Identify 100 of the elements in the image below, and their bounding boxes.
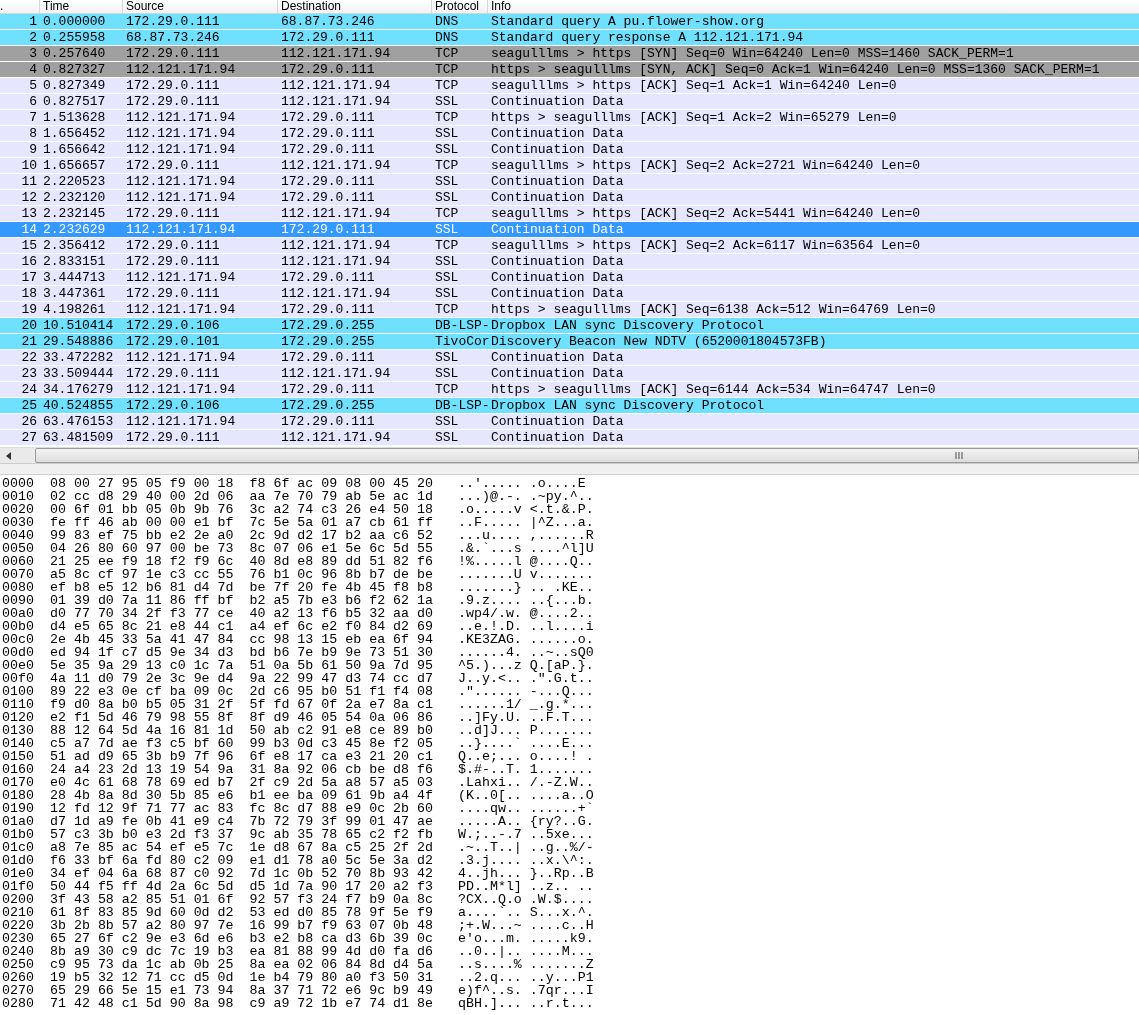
time-cell-text: 63.481509 xyxy=(42,430,115,445)
packet-row[interactable]: 25 40.524855 172.29.0.106 172.29.0.255 DB-LSP-Dropbox LAN sync Discovery Protocol xyxy=(0,398,1139,414)
destination-cell-text: 172.29.0.111 xyxy=(280,30,376,45)
column-header[interactable]: Info xyxy=(488,0,1139,13)
hex-bytes: 65 27 6f c2 9e e3 6d e6 b3 e2 b8 ca d3 6b 39 0c xyxy=(50,932,434,945)
packet-row[interactable]: 10 1.656657 172.29.0.111 112.121.171.94 TCP seagulllms > https [ACK] Seq=2 Ack=2721 Win=64240 Len=0 xyxy=(0,158,1139,174)
ascii-text: Q..e;... o....! . xyxy=(458,750,594,763)
ascii-text: ..0..|.. ....M... xyxy=(458,945,594,958)
packet-row[interactable]: 12 2.232120 112.121.171.94 172.29.0.111 SSL Continuation Data xyxy=(0,190,1139,206)
packet-row[interactable]: 1 0.000000 172.29.0.111 68.87.73.246 DNS Standard query A pu.flower-show.org xyxy=(0,14,1139,30)
info-cell-text: seagulllms > https [ACK] Seq=2 Ack=2721 Win=64240 Len=0 xyxy=(490,158,922,173)
packet-number: 10 xyxy=(20,158,38,173)
destination-cell-text: 172.29.0.111 xyxy=(280,382,376,397)
ascii-text: .o.....v <.t.&.P. xyxy=(458,503,594,516)
hex-bytes: d0 77 70 34 2f f3 77 ce 40 a2 13 f6 b5 32 aa d0 xyxy=(50,607,434,620)
byte-offset: 0120 xyxy=(1,711,35,724)
destination-cell-text: 112.121.171.94 xyxy=(280,286,392,301)
packet-row[interactable]: 24 34.176279 112.121.171.94 172.29.0.111 TCP https > seagulllms [ACK] Seq=6144 Ack=534 Win=64747 Len=0 xyxy=(0,382,1139,398)
byte-offset: 0000 xyxy=(1,477,35,490)
packet-number: 26 xyxy=(20,414,38,429)
source-cell-text: 112.121.171.94 xyxy=(125,302,237,317)
packet-row[interactable]: 6 0.827517 172.29.0.111 112.121.171.94 SSL Continuation Data xyxy=(0,94,1139,110)
info-cell-text: Standard query A pu.flower-show.org xyxy=(490,14,766,29)
packet-row[interactable]: 21 29.548886 172.29.0.101 172.29.0.255 TivoCor Discovery Beacon New NDTV (6520001804573FB) xyxy=(0,334,1139,350)
packet-row[interactable]: 9 1.656642 112.121.171.94 172.29.0.111 SSL Continuation Data xyxy=(0,142,1139,158)
ascii-text: ..F..... |^Z...a. xyxy=(458,516,594,529)
info-cell-text: https > seagulllms [SYN, ACK] Seq=0 Ack=1 Win=64240 Len=0 MSS=1360 SACK_PERM=1 xyxy=(490,62,1101,77)
packet-row[interactable]: 20 10.510414 172.29.0.106 172.29.0.255 DB-LSP-Dropbox LAN sync Discovery Protocol xyxy=(0,318,1139,334)
destination-cell-text: 112.121.171.94 xyxy=(280,238,392,253)
protocol-cell-text: TCP xyxy=(434,238,460,253)
hex-bytes: e0 4c 61 68 78 69 ed b7 2f c9 2d 5a a8 57 a5 03 xyxy=(50,776,434,789)
packet-number: 18 xyxy=(20,286,38,301)
info-cell-text: Continuation Data xyxy=(490,350,625,365)
packet-row[interactable]: 19 4.198261 112.121.171.94 172.29.0.111 TCP https > seagulllms [ACK] Seq=6138 Ack=512 Win=64769 Len=0 xyxy=(0,302,1139,318)
packet-number: 24 xyxy=(20,382,38,397)
column-header[interactable]: Protocol xyxy=(432,0,488,13)
protocol-cell-text: DB-LSP- xyxy=(434,398,488,413)
packet-number: 22 xyxy=(20,350,38,365)
column-header[interactable]: Source xyxy=(123,0,278,13)
packet-row[interactable]: 8 1.656452 112.121.171.94 172.29.0.111 SSL Continuation Data xyxy=(0,126,1139,142)
packet-row[interactable]: 22 33.472282 112.121.171.94 172.29.0.111 SSL Continuation Data xyxy=(0,350,1139,366)
hex-bytes: a8 7e 85 ac 54 ef e5 7c 1e d8 67 8a c5 25 2f 2d xyxy=(50,841,434,854)
ascii-text: .wp4/.w. @....2.. xyxy=(458,607,594,620)
protocol-cell-text: SSL xyxy=(434,254,460,269)
time-cell-text: 10.510414 xyxy=(42,318,115,333)
packet-row[interactable]: 3 0.257640 172.29.0.111 112.121.171.94 TCP seagulllms > https [SYN] Seq=0 Win=64240 Len=0 MSS=1460 SACK_PERM=1 xyxy=(0,46,1139,62)
packet-row[interactable]: 18 3.447361 172.29.0.111 112.121.171.94 SSL Continuation Data xyxy=(0,286,1139,302)
packet-row[interactable]: 11 2.220523 112.121.171.94 172.29.0.111 SSL Continuation Data xyxy=(0,174,1139,190)
destination-cell-text: 172.29.0.111 xyxy=(280,222,376,237)
byte-offset: 0180 xyxy=(1,789,35,802)
protocol-cell-text: SSL xyxy=(434,142,460,157)
protocol-cell-text: SSL xyxy=(434,190,460,205)
time-cell-text: 1.656642 xyxy=(42,142,107,157)
hex-bytes: f6 33 bf 6a fd 80 c2 09 e1 d1 78 a0 5c 5e 3a d2 xyxy=(50,854,434,867)
packet-number: 3 xyxy=(28,46,38,61)
hex-bytes: 01 39 d0 7a 11 86 ff bf b2 a5 7b e3 b6 f2 62 1a xyxy=(50,594,434,607)
hex-bytes: 99 83 ef 75 bb e2 2e a0 2c 9d d2 17 b2 aa c6 52 xyxy=(50,529,434,542)
ascii-text: ......4. ..~..sQ0 xyxy=(458,646,594,659)
hex-bytes: 57 c3 3b b0 e3 2d f3 37 9c ab 35 78 65 c2 f2 fb xyxy=(50,828,434,841)
protocol-cell-text: TCP xyxy=(434,62,460,77)
ascii-text: ..]Fy.U. ..F.T... xyxy=(458,711,594,724)
info-cell-text: seagulllms > https [ACK] Seq=2 Ack=6117 Win=63564 Len=0 xyxy=(490,238,922,253)
packet-row[interactable]: 2 0.255958 68.87.73.246 172.29.0.111 DNS Standard query response A 112.121.171.94 xyxy=(0,30,1139,46)
hex-bytes: 8b a9 30 c9 dc 7c 19 b3 ea 81 88 99 4d d0 fa d6 xyxy=(50,945,434,958)
ascii-text: ..2.q... ..y...P1 xyxy=(458,971,594,984)
source-cell-text: 112.121.171.94 xyxy=(125,126,237,141)
ascii-text: .3.j.... ..x.\^:. xyxy=(458,854,594,867)
ascii-text: .9.z.... ..{...b. xyxy=(458,594,594,607)
byte-offset: 0070 xyxy=(1,568,35,581)
protocol-cell-text: SSL xyxy=(434,174,460,189)
hex-bytes: 89 22 e3 0e cf ba 09 0c 2d c6 95 b0 51 f1 f4 08 xyxy=(50,685,434,698)
hex-bytes: ed 94 1f c7 d5 9e 34 d3 bd b6 7e b9 9e 73 51 30 xyxy=(50,646,434,659)
packet-row[interactable]: 13 2.232145 172.29.0.111 112.121.171.94 TCP seagulllms > https [ACK] Seq=2 Ack=5441 Win=64240 Len=0 xyxy=(0,206,1139,222)
left-arrow-icon[interactable] xyxy=(5,451,12,460)
hex-bytes: f9 d0 8a b0 b5 05 31 2f 5f fd 67 0f 2a e7 8a c1 xyxy=(50,698,434,711)
destination-cell-text: 172.29.0.111 xyxy=(280,270,376,285)
packet-row[interactable]: 5 0.827349 172.29.0.111 112.121.171.94 TCP seagulllms > https [ACK] Seq=1 Ack=1 Win=64240 Len=0 xyxy=(0,78,1139,94)
column-header[interactable]: Time xyxy=(40,0,123,13)
packet-row[interactable]: 26 63.476153 112.121.171.94 172.29.0.111 SSL Continuation Data xyxy=(0,414,1139,430)
byte-offset: 0050 xyxy=(1,542,35,555)
packet-row[interactable]: 15 2.356412 172.29.0.111 112.121.171.94 TCP seagulllms > https [ACK] Seq=2 Ack=6117 Win=63564 Len=0 xyxy=(0,238,1139,254)
column-header[interactable]: Destination xyxy=(278,0,432,13)
byte-offset: 0210 xyxy=(1,906,35,919)
packet-row[interactable]: 27 63.481509 172.29.0.111 112.121.171.94 SSL Continuation Data xyxy=(0,430,1139,446)
ascii-text: (K..0[.. ....a..O xyxy=(458,789,594,802)
packet-row[interactable]: 7 1.513628 112.121.171.94 172.29.0.111 TCP https > seagulllms [ACK] Seq=1 Ack=2 Win=65279 Len=0 xyxy=(0,110,1139,126)
byte-offset: 0040 xyxy=(1,529,35,542)
packet-row[interactable]: 4 0.827327 112.121.171.94 172.29.0.111 TCP https > seagulllms [SYN, ACK] Seq=0 Ack=1 Win=64240 Len=0 MSS=1360 SACK_PERM=1 xyxy=(0,62,1139,78)
byte-offset: 0100 xyxy=(1,685,35,698)
hex-bytes: 50 44 f5 ff 4d 2a 6c 5d d5 1d 7a 90 17 20 a2 f3 xyxy=(50,880,434,893)
column-header[interactable]: . xyxy=(0,0,40,13)
packet-row[interactable]: 17 3.444713 112.121.171.94 172.29.0.111 SSL Continuation Data xyxy=(0,270,1139,286)
source-cell-text: 172.29.0.106 xyxy=(125,398,221,413)
hex-bytes: 04 26 80 60 97 00 be 73 8c 07 06 e1 5e 6c 5d 55 xyxy=(50,542,434,555)
info-cell-text: Continuation Data xyxy=(490,254,625,269)
info-cell-text: https > seagulllms [ACK] Seq=6144 Ack=534 Win=64747 Len=0 xyxy=(490,382,937,397)
packet-row[interactable]: 23 33.509444 172.29.0.111 112.121.171.94 SSL Continuation Data xyxy=(0,366,1139,382)
destination-cell-text: 112.121.171.94 xyxy=(280,430,392,445)
ascii-text: ..'..... .o....E xyxy=(458,477,586,490)
packet-row[interactable]: 16 2.833151 172.29.0.111 112.121.171.94 SSL Continuation Data xyxy=(0,254,1139,270)
